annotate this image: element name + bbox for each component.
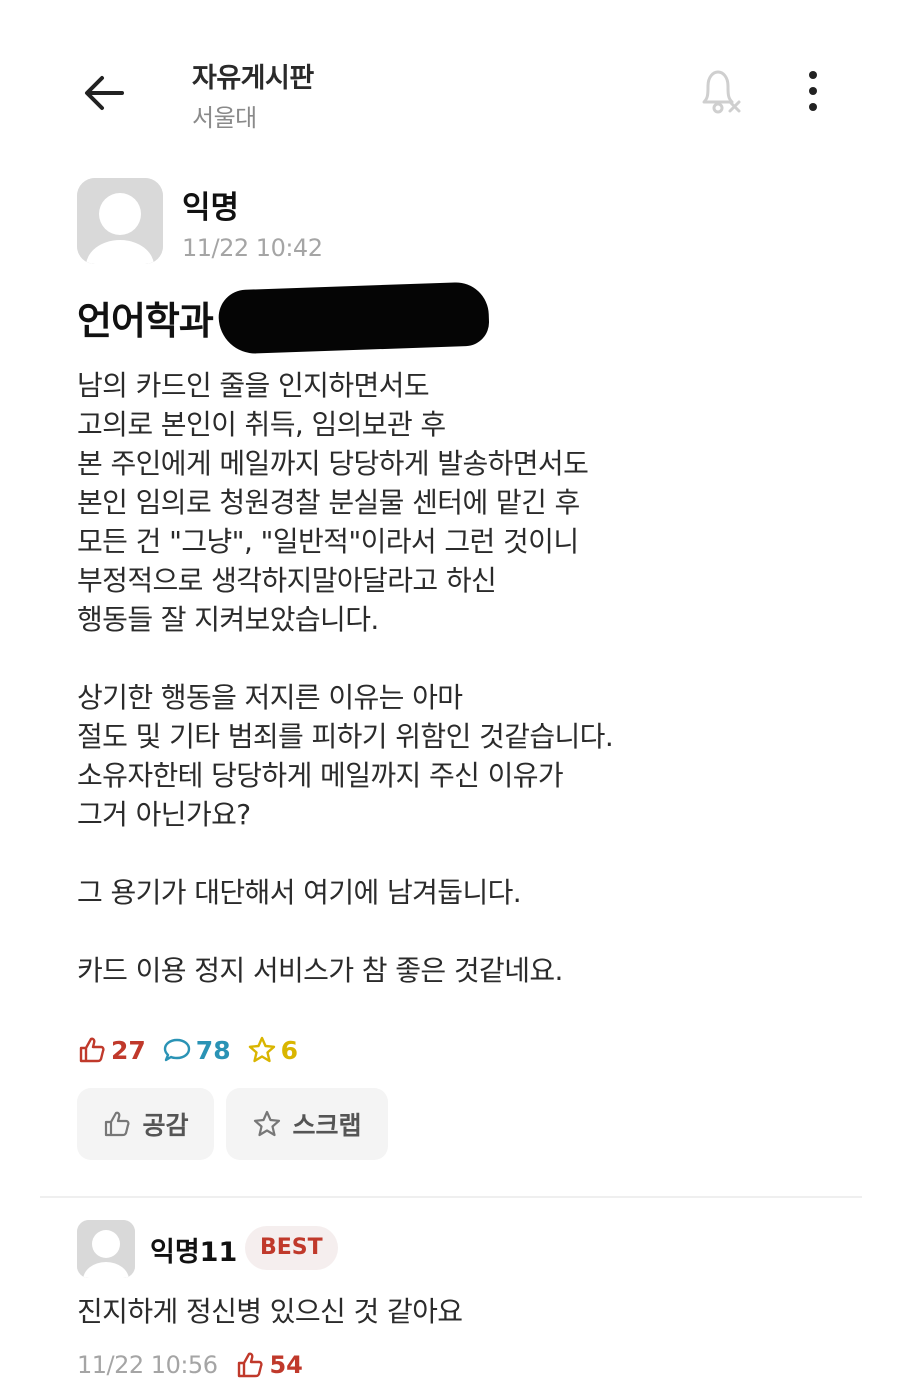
post-line: 모든 건 "그냥", "일반적"이라서 그런 것이니 [77, 525, 579, 558]
default-avatar-icon [77, 178, 163, 264]
redaction-mark [217, 280, 490, 355]
post-paragraph: 그 용기가 대단해서 여기에 남겨둡니다. [77, 873, 857, 912]
comment-like-value: 54 [269, 1351, 303, 1379]
comment-count: 78 [162, 1035, 231, 1065]
post-paragraph: 남의 카드인 줄을 인지하면서도 고의로 본인이 취득, 임의보관 후 본 주인… [77, 366, 857, 639]
post-line: 본인 임의로 청원경찰 분실물 센터에 맡긴 후 [77, 486, 580, 519]
like-count: 27 [77, 1035, 146, 1065]
post-paragraph: 카드 이용 정지 서비스가 참 좋은 것같네요. [77, 951, 857, 990]
post-line: 그 용기가 대단해서 여기에 남겨둡니다. [77, 876, 522, 909]
comment-text: 진지하게 정신병 있으신 것 같아요 [77, 1295, 463, 1328]
comment-timestamp: 11/22 10:56 [77, 1351, 218, 1379]
section-divider [40, 1196, 862, 1198]
post-line: 본 주인에게 메일까지 당당하게 발송하면서도 [77, 447, 589, 480]
post-line: 고의로 본인이 취득, 임의보관 후 [77, 408, 446, 441]
commenter-name: 익명11 [150, 1237, 238, 1268]
post-body: 남의 카드인 줄을 인지하면서도 고의로 본인이 취득, 임의보관 후 본 주인… [77, 366, 857, 990]
comment-count-value: 78 [195, 1035, 231, 1065]
scrap-count-value: 6 [280, 1035, 298, 1065]
star-icon [248, 1036, 275, 1063]
default-avatar-icon [77, 1220, 135, 1278]
post-paragraph: 상기한 행동을 저지른 이유는 아마 절도 및 기타 범죄를 피하기 위함인 것… [77, 678, 857, 834]
post-line: 부정적으로 생각하지말아달라고 하신 [77, 564, 497, 597]
post-timestamp: 11/22 10:42 [182, 234, 323, 262]
speech-bubble-icon [163, 1038, 190, 1062]
post-line: 그거 아닌가요? [77, 798, 251, 831]
like-button[interactable]: 공감 [77, 1088, 214, 1160]
comment-like-count[interactable]: 54 [235, 1350, 303, 1380]
like-button-label: 공감 [142, 1111, 189, 1140]
commenter-avatar [77, 1220, 135, 1278]
back-arrow-icon [85, 76, 124, 110]
post-line: 상기한 행동을 저지른 이유는 아마 [77, 681, 463, 714]
post-line: 소유자한테 당당하게 메일까지 주신 이유가 [77, 759, 564, 792]
post-line: 행동들 잘 지켜보았습니다. [77, 603, 379, 636]
post-title: 언어학과 [77, 280, 490, 356]
school-name: 서울대 [192, 104, 257, 132]
more-vertical-icon [809, 71, 817, 111]
scrap-count: 6 [247, 1035, 298, 1065]
scrap-button-label: 스크랩 [292, 1111, 362, 1140]
author-avatar [77, 178, 163, 264]
comment-meta: 11/22 10:56 54 [77, 1348, 303, 1382]
thumbs-up-icon [105, 1111, 130, 1137]
thumbs-up-icon [79, 1037, 105, 1063]
thumbs-up-icon [238, 1352, 264, 1378]
back-button[interactable] [78, 66, 132, 120]
post-line: 카드 이용 정지 서비스가 참 좋은 것같네요. [77, 954, 563, 987]
author-name: 익명 [182, 190, 240, 226]
board-title: 자유게시판 [192, 63, 314, 94]
like-count-value: 27 [111, 1035, 146, 1065]
post-stats: 27 78 6 [77, 1032, 298, 1068]
more-options-button[interactable] [796, 66, 830, 118]
notification-toggle-button[interactable] [692, 64, 748, 122]
scrap-button[interactable]: 스크랩 [226, 1088, 388, 1160]
post-line: 절도 및 기타 범죄를 피하기 위함인 것같습니다. [77, 720, 614, 753]
post-title-text: 언어학과 [77, 299, 214, 343]
post-line: 남의 카드인 줄을 인지하면서도 [77, 369, 430, 402]
bell-off-icon [702, 70, 741, 114]
best-badge: BEST [245, 1226, 338, 1270]
star-icon [254, 1110, 281, 1137]
